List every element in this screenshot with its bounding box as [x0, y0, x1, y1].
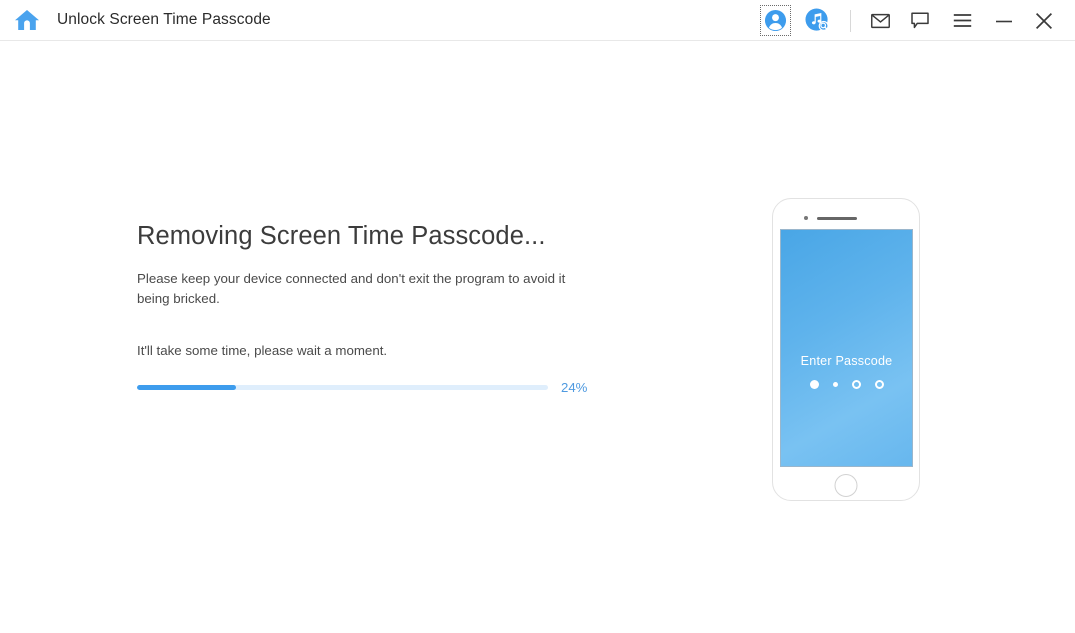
- feedback-icon[interactable]: [903, 0, 937, 41]
- passcode-dot-filled-small: [833, 382, 838, 387]
- menu-icon[interactable]: [945, 0, 979, 41]
- earpiece-speaker-icon: [817, 217, 857, 221]
- device-screen: Enter Passcode: [780, 229, 913, 467]
- page-title: Unlock Screen Time Passcode: [57, 11, 271, 29]
- mail-icon[interactable]: [863, 0, 897, 41]
- titlebar-actions: [757, 0, 1075, 41]
- passcode-dot-filled-large: [810, 380, 819, 389]
- music-search-icon[interactable]: [803, 6, 832, 35]
- progress-percent-label: 24%: [561, 380, 587, 395]
- progress-row: 24%: [137, 380, 597, 395]
- status-heading: Removing Screen Time Passcode...: [137, 221, 597, 252]
- titlebar-divider: [850, 10, 851, 32]
- account-icon[interactable]: [761, 6, 790, 35]
- passcode-dot-hollow: [875, 380, 884, 389]
- status-description: Please keep your device connected and do…: [137, 269, 589, 310]
- wait-note: It'll take some time, please wait a mome…: [137, 343, 597, 358]
- device-preview: Enter Passcode: [772, 198, 920, 501]
- status-panel: Removing Screen Time Passcode... Please …: [137, 221, 597, 395]
- device-home-button-icon: [835, 474, 858, 497]
- close-icon[interactable]: [1027, 0, 1061, 41]
- front-camera-icon: [804, 216, 808, 220]
- passcode-dot-hollow: [852, 380, 861, 389]
- passcode-dots: [810, 380, 884, 389]
- progress-bar-fill: [137, 385, 236, 390]
- minimize-icon[interactable]: [987, 0, 1021, 41]
- enter-passcode-label: Enter Passcode: [801, 354, 893, 368]
- progress-bar: [137, 385, 548, 390]
- home-icon[interactable]: [13, 6, 41, 34]
- titlebar: Unlock Screen Time Passcode: [0, 0, 1075, 41]
- main-content: Removing Screen Time Passcode... Please …: [0, 41, 1075, 633]
